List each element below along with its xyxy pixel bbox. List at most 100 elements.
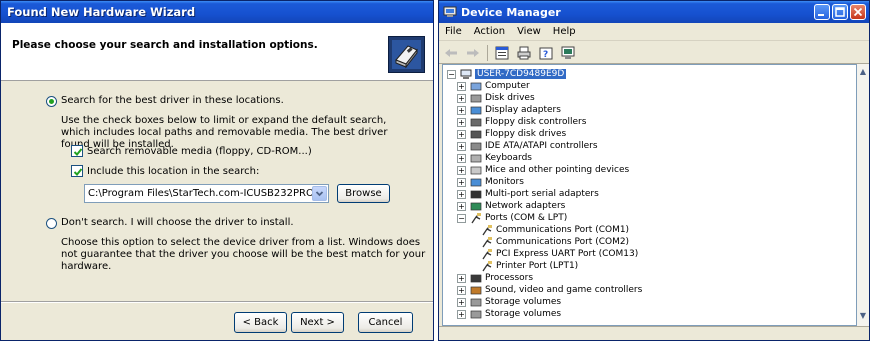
expand-toggle[interactable]: + — [457, 189, 466, 199]
expand-toggle[interactable]: + — [457, 105, 466, 115]
footer-divider — [1, 301, 433, 303]
next-button[interactable]: Next > — [291, 312, 344, 333]
scroll-down-arrow[interactable]: ▼ — [857, 310, 869, 322]
tree-item[interactable]: − Ports (COM & LPT) — [457, 212, 567, 224]
vertical-scrollbar[interactable]: ▲ ▼ — [857, 64, 869, 326]
tree-item-label: Ports (COM & LPT) — [485, 213, 568, 223]
browse-button[interactable]: Browse — [337, 184, 390, 203]
tree-item[interactable]: + Storage volumes — [457, 296, 561, 308]
include-location-checkbox[interactable] — [71, 165, 83, 177]
disk-drive-icon — [470, 94, 482, 102]
port-icon — [482, 248, 492, 259]
cancel-button[interactable]: Cancel — [358, 312, 413, 333]
wizard-heading: Please choose your search and installati… — [12, 39, 318, 51]
manual-description: Choose this option to select the device … — [61, 237, 426, 272]
sound-icon — [470, 286, 482, 294]
tree-item[interactable]: + Multi-port serial adapters — [457, 188, 599, 200]
scan-hardware-icon[interactable] — [560, 45, 576, 61]
expand-toggle[interactable]: + — [457, 129, 466, 139]
manual-driver-label[interactable]: Don't search. I will choose the driver t… — [61, 217, 294, 229]
search-path-value: C:\Program Files\StarTech.com-ICUSB232PR… — [88, 188, 321, 199]
tree-item[interactable]: Communications Port (COM2) — [475, 236, 629, 248]
tree-root-label[interactable]: USER-7CD9489E9D — [475, 69, 567, 79]
tree-item[interactable]: + Sound, video and game controllers — [457, 284, 642, 296]
expand-toggle[interactable]: + — [457, 165, 466, 175]
tree-item-label: Floppy disk controllers — [485, 117, 587, 127]
back-button[interactable]: < Back — [234, 312, 287, 333]
help-icon[interactable]: ? — [538, 45, 554, 61]
back-arrow-icon[interactable] — [443, 45, 459, 61]
tree-item-label: Mice and other pointing devices — [485, 165, 630, 175]
search-best-driver-label[interactable]: Search for the best driver in these loca… — [61, 95, 284, 107]
menu-help[interactable]: Help — [553, 26, 576, 37]
expand-toggle[interactable]: + — [457, 177, 466, 187]
manual-driver-radio[interactable] — [46, 218, 57, 229]
checkmark-icon — [73, 148, 83, 156]
tree-item[interactable]: + Floppy disk controllers — [457, 116, 586, 128]
scroll-up-arrow[interactable]: ▲ — [857, 66, 869, 78]
tree-item-label: Storage volumes — [485, 309, 562, 319]
tree-item[interactable]: Printer Port (LPT1) — [475, 260, 578, 272]
processor-icon — [470, 274, 482, 282]
tree-item[interactable]: + Display adapters — [457, 104, 561, 116]
collapse-toggle[interactable]: − — [457, 213, 466, 223]
search-removable-checkbox[interactable] — [71, 145, 83, 157]
wizard-title-bar[interactable]: Found New Hardware Wizard — [1, 1, 433, 23]
port-icon — [482, 260, 492, 271]
device-manager-title: Device Manager — [461, 5, 561, 19]
tree-item-label: IDE ATA/ATAPI controllers — [485, 141, 598, 151]
tree-item[interactable]: + Storage volumes — [457, 308, 561, 320]
forward-arrow-icon[interactable] — [465, 45, 481, 61]
expand-toggle[interactable]: + — [457, 81, 466, 91]
print-icon[interactable] — [516, 45, 532, 61]
tree-item-label: Printer Port (LPT1) — [496, 261, 579, 271]
tree-item-label: Communications Port (COM2) — [496, 237, 630, 247]
device-tree[interactable]: − USER-7CD9489E9D + Computer + Disk drives +… — [442, 64, 857, 326]
tree-item[interactable]: + Mice and other pointing devices — [457, 164, 629, 176]
search-removable-label[interactable]: Search removable media (floppy, CD-ROM..… — [87, 146, 312, 158]
combobox-dropdown-button[interactable] — [312, 186, 327, 201]
expand-toggle[interactable]: + — [457, 273, 466, 283]
tree-item[interactable]: + IDE ATA/ATAPI controllers — [457, 140, 598, 152]
properties-icon[interactable] — [494, 45, 510, 61]
close-button[interactable] — [850, 4, 866, 20]
monitor-icon — [470, 178, 482, 186]
minimize-icon — [818, 14, 824, 16]
expand-toggle[interactable]: + — [457, 141, 466, 151]
include-location-label[interactable]: Include this location in the search: — [87, 166, 259, 178]
computer-icon — [470, 82, 482, 90]
tree-item[interactable]: + Network adapters — [457, 200, 565, 212]
toolbar: ? — [439, 42, 869, 64]
tree-root-row[interactable]: − USER-7CD9489E9D — [447, 68, 567, 80]
tree-item-label: Multi-port serial adapters — [485, 189, 599, 199]
collapse-toggle[interactable]: − — [447, 69, 456, 79]
expand-toggle[interactable]: + — [457, 93, 466, 103]
expand-toggle[interactable]: + — [457, 117, 466, 127]
mouse-icon — [470, 166, 482, 174]
menu-action[interactable]: Action — [474, 26, 505, 37]
device-manager-title-bar[interactable]: Device Manager — [439, 1, 869, 23]
menu-file[interactable]: File — [445, 26, 462, 37]
expand-toggle[interactable]: + — [457, 309, 466, 319]
tree-item[interactable]: + Floppy disk drives — [457, 128, 566, 140]
tree-item[interactable]: PCI Express UART Port (COM13) — [475, 248, 638, 260]
expand-toggle[interactable]: + — [457, 201, 466, 211]
menu-view[interactable]: View — [517, 26, 541, 37]
expand-toggle[interactable]: + — [457, 285, 466, 295]
expand-toggle[interactable]: + — [457, 297, 466, 307]
search-path-combobox[interactable]: C:\Program Files\StarTech.com-ICUSB232PR… — [84, 184, 329, 203]
tree-item[interactable]: Communications Port (COM1) — [475, 224, 629, 236]
tree-item[interactable]: + Disk drives — [457, 92, 535, 104]
tree-item-label: PCI Express UART Port (COM13) — [496, 249, 639, 259]
tree-item[interactable]: + Computer — [457, 80, 530, 92]
storage-volume-icon — [470, 298, 482, 306]
minimize-button[interactable] — [814, 4, 830, 20]
chevron-down-icon — [315, 191, 324, 197]
maximize-button[interactable] — [832, 4, 848, 20]
search-best-driver-radio[interactable] — [46, 96, 57, 107]
tree-item[interactable]: + Processors — [457, 272, 533, 284]
tree-item[interactable]: + Keyboards — [457, 152, 532, 164]
tree-item[interactable]: + Monitors — [457, 176, 524, 188]
port-icon — [482, 236, 492, 247]
expand-toggle[interactable]: + — [457, 153, 466, 163]
